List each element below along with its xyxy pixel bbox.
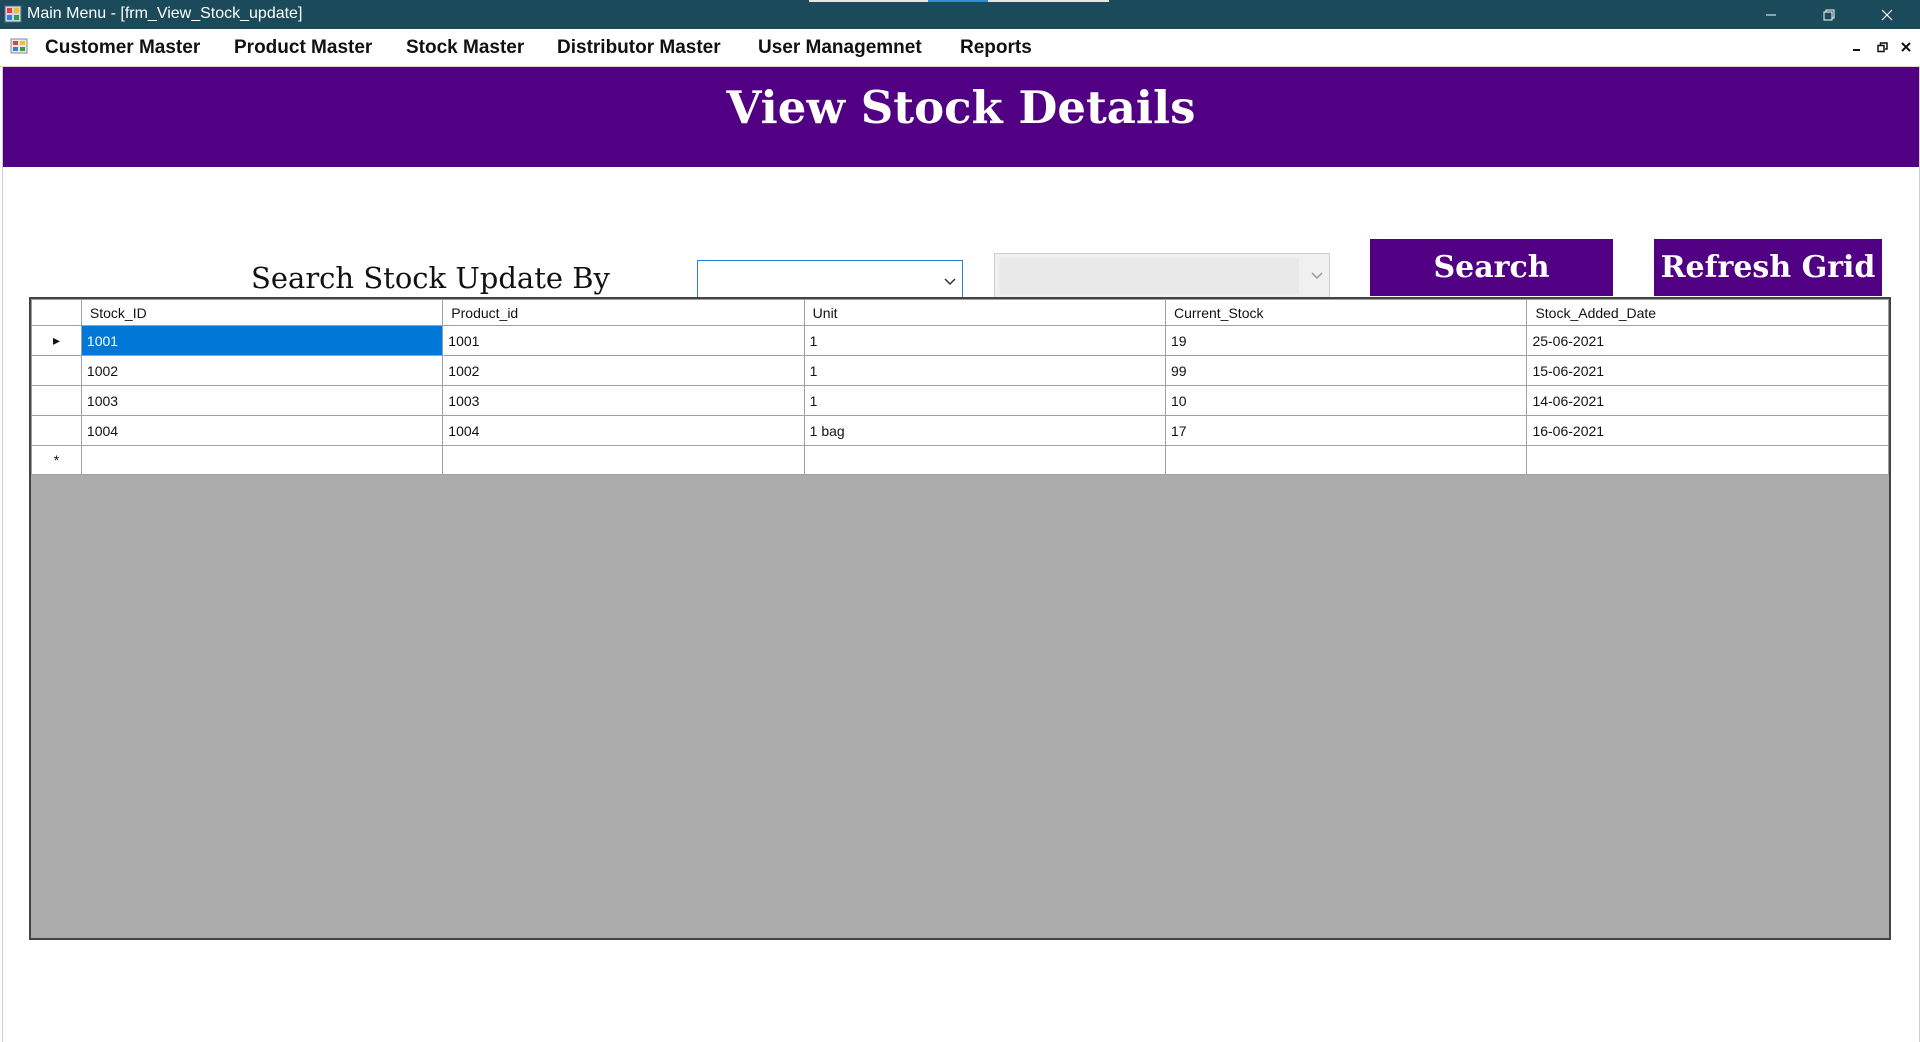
- refresh-grid-button[interactable]: Refresh Grid: [1654, 239, 1882, 296]
- table-cell[interactable]: 14-06-2021: [1526, 385, 1889, 416]
- table-cell[interactable]: 1001: [442, 325, 805, 356]
- table-cell[interactable]: 1: [803, 355, 1167, 386]
- chevron-down-icon: [944, 277, 956, 285]
- table-row[interactable]: ▸ 1001 1001 1 19 25-06-2021: [31, 325, 1889, 356]
- column-header-product-id[interactable]: Product_id: [442, 299, 805, 326]
- table-cell[interactable]: [803, 445, 1167, 475]
- table-cell[interactable]: 25-06-2021: [1526, 325, 1889, 356]
- minimize-button[interactable]: [1742, 0, 1800, 29]
- table-row[interactable]: 1002 1002 1 99 15-06-2021: [31, 355, 1889, 386]
- window-title: Main Menu - [frm_View_Stock_update]: [27, 5, 303, 22]
- current-row-indicator[interactable]: ▸: [31, 325, 82, 356]
- row-header[interactable]: [31, 355, 82, 386]
- menu-stock-master[interactable]: Stock Master: [406, 37, 524, 59]
- restore-icon: [1876, 41, 1888, 52]
- column-header-stock-id[interactable]: Stock_ID: [80, 299, 444, 326]
- menu-distributor-master[interactable]: Distributor Master: [557, 37, 721, 59]
- row-header[interactable]: [31, 415, 82, 446]
- page-title: View Stock Details: [726, 81, 1196, 134]
- search-value-dropdown[interactable]: [994, 253, 1330, 299]
- mdi-minimize-button[interactable]: [1848, 38, 1866, 56]
- column-header-unit[interactable]: Unit: [803, 299, 1167, 326]
- header-banner: View Stock Details: [3, 67, 1919, 167]
- table-cell[interactable]: 1: [803, 385, 1167, 416]
- menu-product-master[interactable]: Product Master: [234, 37, 372, 59]
- search-value-field: [999, 258, 1299, 294]
- table-cell[interactable]: 1003: [442, 385, 805, 416]
- table-cell[interactable]: [442, 445, 805, 475]
- table-cell[interactable]: 1002: [80, 355, 444, 386]
- table-cell[interactable]: 1: [803, 325, 1167, 356]
- table-cell[interactable]: 16-06-2021: [1526, 415, 1889, 446]
- search-by-label: Search Stock Update By: [251, 261, 610, 295]
- close-icon: [1881, 9, 1893, 20]
- table-cell[interactable]: 1003: [80, 385, 444, 416]
- table-cell[interactable]: [1164, 445, 1528, 475]
- table-cell[interactable]: 1001: [80, 325, 444, 356]
- mdi-child-icon[interactable]: [10, 38, 28, 54]
- table-cell[interactable]: 1 bag: [803, 415, 1167, 446]
- column-header-row: Stock_ID Product_id Unit Current_Stock S…: [31, 299, 1889, 326]
- table-cell[interactable]: 19: [1164, 325, 1528, 356]
- chevron-down-icon: [1311, 272, 1323, 280]
- table-row[interactable]: 1004 1004 1 bag 17 16-06-2021: [31, 415, 1889, 446]
- search-button[interactable]: Search: [1370, 239, 1613, 296]
- column-header-current-stock[interactable]: Current_Stock: [1164, 299, 1528, 326]
- restore-button[interactable]: [1800, 0, 1858, 29]
- mdi-restore-button[interactable]: [1873, 38, 1891, 56]
- minimize-icon: [1853, 49, 1860, 51]
- table-cell[interactable]: 10: [1164, 385, 1528, 416]
- menu-user-management[interactable]: User Managemnet: [758, 37, 922, 59]
- row-header-corner: [31, 299, 82, 326]
- titlebar-highlight-active: [928, 0, 988, 2]
- table-cell[interactable]: 15-06-2021: [1526, 355, 1889, 386]
- table-row[interactable]: 1003 1003 1 10 14-06-2021: [31, 385, 1889, 416]
- table-cell[interactable]: 99: [1164, 355, 1528, 386]
- menu-reports[interactable]: Reports: [960, 37, 1032, 59]
- table-cell[interactable]: 17: [1164, 415, 1528, 446]
- close-button[interactable]: [1858, 0, 1916, 29]
- new-row[interactable]: *: [31, 445, 1889, 475]
- table-cell[interactable]: [80, 445, 444, 475]
- table-cell[interactable]: 1004: [442, 415, 805, 446]
- mdi-close-button[interactable]: [1897, 38, 1915, 56]
- close-icon: [1901, 42, 1911, 52]
- new-row-indicator[interactable]: *: [31, 445, 82, 475]
- window-titlebar: Main Menu - [frm_View_Stock_update]: [0, 0, 1920, 29]
- minimize-icon: [1766, 14, 1776, 15]
- table-cell[interactable]: 1002: [442, 355, 805, 386]
- table-cell[interactable]: [1526, 445, 1889, 475]
- app-icon: [4, 5, 22, 23]
- restore-icon: [1823, 9, 1835, 20]
- menu-bar: Customer Master Product Master Stock Mas…: [0, 29, 1920, 67]
- stock-table: Stock_ID Product_id Unit Current_Stock S…: [31, 299, 1889, 475]
- stock-data-grid[interactable]: Stock_ID Product_id Unit Current_Stock S…: [29, 297, 1891, 940]
- menu-customer-master[interactable]: Customer Master: [45, 37, 200, 59]
- row-header[interactable]: [31, 385, 82, 416]
- column-header-stock-added-date[interactable]: Stock_Added_Date: [1526, 299, 1889, 326]
- table-cell[interactable]: 1004: [80, 415, 444, 446]
